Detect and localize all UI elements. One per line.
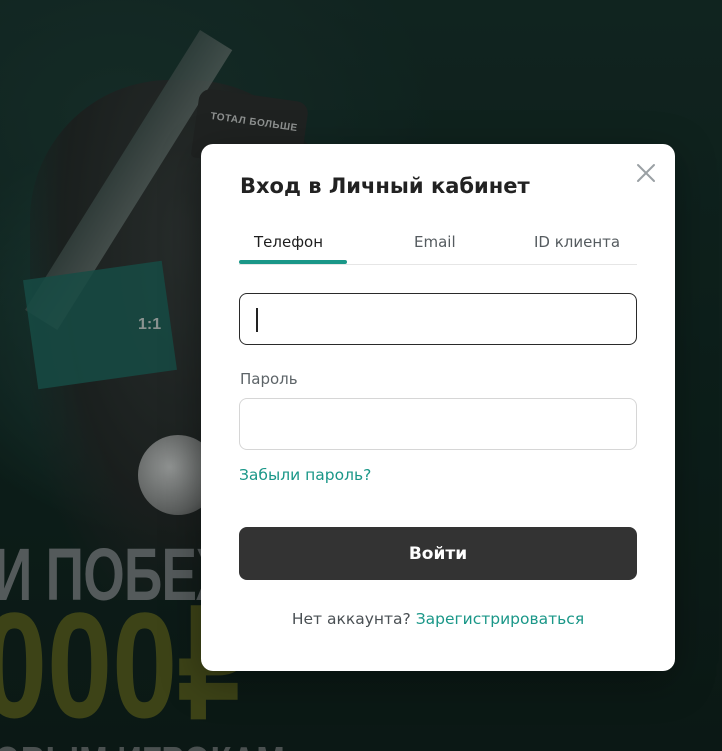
- tab-phone[interactable]: Телефон: [254, 233, 323, 251]
- login-button[interactable]: Войти: [239, 527, 637, 580]
- register-row: Нет аккаунта? Зарегистрироваться: [201, 610, 675, 628]
- forgot-password-link[interactable]: Забыли пароль?: [239, 466, 371, 484]
- close-icon: [637, 164, 655, 182]
- register-link[interactable]: Зарегистрироваться: [416, 610, 584, 628]
- password-input[interactable]: [239, 398, 637, 450]
- modal-title: Вход в Личный кабинет: [240, 174, 530, 198]
- close-button[interactable]: [635, 162, 657, 184]
- tab-email[interactable]: Email: [414, 233, 456, 251]
- phone-input[interactable]: [239, 293, 637, 345]
- no-account-text: Нет аккаунта?: [291, 610, 416, 628]
- login-method-tabs: Телефон Email ID клиента: [239, 228, 637, 265]
- login-modal: Вход в Личный кабинет Телефон Email ID к…: [201, 144, 675, 671]
- password-label: Пароль: [240, 370, 298, 388]
- active-tab-indicator: [239, 260, 347, 264]
- text-caret: [256, 308, 258, 332]
- tab-client-id[interactable]: ID клиента: [534, 233, 620, 251]
